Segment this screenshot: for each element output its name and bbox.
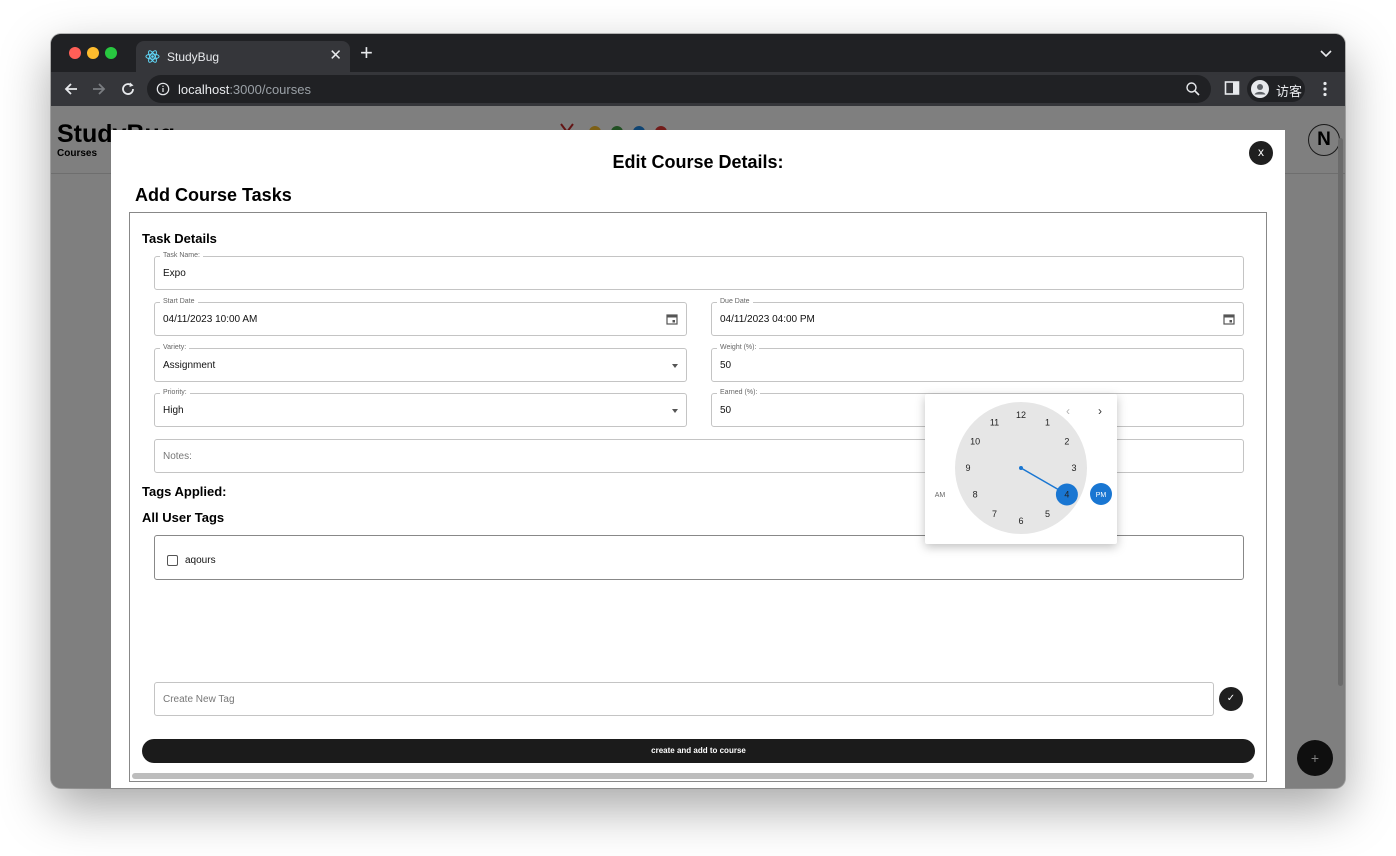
calendar-icon[interactable] xyxy=(1223,313,1235,325)
browser-toolbar: localhost:3000/courses 访客 xyxy=(51,72,1345,106)
notes-placeholder: Notes: xyxy=(163,451,192,462)
clock-hour-6: 6 xyxy=(1018,516,1023,526)
user-avatar-icon xyxy=(1251,80,1269,98)
task-name-value: Expo xyxy=(163,268,186,279)
clock-hour-3: 3 xyxy=(1071,463,1076,473)
clock-hour-2: 2 xyxy=(1064,437,1069,447)
clock-face[interactable]: 121234567891011 ‹ › AM PM xyxy=(925,394,1117,544)
new-tab-button[interactable]: + xyxy=(360,42,373,64)
weight-field[interactable]: Weight (%): 50 xyxy=(711,343,1244,382)
page-content: StudyBug Courses N + Edit Course Details… xyxy=(51,106,1345,788)
back-icon[interactable] xyxy=(61,79,81,99)
url-path: :3000/courses xyxy=(229,82,311,97)
chevron-down-icon[interactable] xyxy=(1319,46,1333,60)
clock-hour-7: 7 xyxy=(992,509,997,519)
clock-hour-12: 12 xyxy=(1016,410,1026,420)
clock-hour-9: 9 xyxy=(965,463,970,473)
clock-hour-5: 5 xyxy=(1045,509,1050,519)
url-host: localhost xyxy=(178,82,230,97)
reload-icon[interactable] xyxy=(118,79,138,99)
priority-label: Priority: xyxy=(160,388,190,398)
tag-checkbox[interactable] xyxy=(167,555,178,566)
all-user-tags-heading: All User Tags xyxy=(142,510,225,525)
new-tag-input[interactable]: Create New Tag xyxy=(154,682,1214,716)
clock-hour-10: 10 xyxy=(970,437,980,447)
horizontal-scrollbar[interactable] xyxy=(132,773,1254,779)
modal-close-button[interactable]: x xyxy=(1249,141,1273,165)
task-details-heading: Task Details xyxy=(142,231,217,246)
tag-label[interactable]: aqours xyxy=(185,555,216,566)
browser-tab[interactable]: StudyBug ✕ xyxy=(136,41,350,72)
due-date-label: Due Date xyxy=(717,297,753,307)
info-icon[interactable] xyxy=(156,82,170,96)
weight-label: Weight (%): xyxy=(717,343,760,353)
new-tag-placeholder: Create New Tag xyxy=(163,694,235,705)
create-task-button[interactable]: create and add to course xyxy=(142,739,1255,763)
side-panel-icon[interactable] xyxy=(1224,80,1240,96)
priority-select[interactable]: Priority: High xyxy=(154,388,687,427)
due-date-value: 04/11/2023 04:00 PM xyxy=(720,314,815,325)
maximize-window-button[interactable] xyxy=(105,47,117,59)
zoom-icon[interactable] xyxy=(1185,81,1201,97)
earned-label: Earned (%): xyxy=(717,388,761,398)
clock-hour-11: 11 xyxy=(990,417,999,427)
forward-icon[interactable] xyxy=(89,79,109,99)
weight-value: 50 xyxy=(720,360,732,371)
url-text: localhost:3000/courses xyxy=(178,82,311,97)
next-arrow-icon: › xyxy=(1098,404,1102,418)
pm-button: PM xyxy=(1096,492,1107,499)
start-date-field[interactable]: Start Date 04/11/2023 10:00 AM xyxy=(154,297,687,336)
tags-applied-heading: Tags Applied: xyxy=(142,484,227,499)
add-tag-button[interactable]: ✓ xyxy=(1219,687,1243,711)
variety-select[interactable]: Variety: Assignment xyxy=(154,343,687,382)
address-bar[interactable]: localhost:3000/courses xyxy=(147,75,1211,103)
profile-name: 访客 xyxy=(1276,84,1303,99)
task-name-label: Task Name: xyxy=(160,251,203,261)
more-menu-icon[interactable] xyxy=(1317,80,1333,98)
clock-hour-8: 8 xyxy=(973,490,978,500)
calendar-icon[interactable] xyxy=(666,313,678,325)
react-icon xyxy=(145,50,160,63)
task-name-field[interactable]: Task Name: Expo xyxy=(154,251,1244,290)
edit-course-modal: Edit Course Details: x Add Course Tasks … xyxy=(111,130,1285,788)
due-date-field[interactable]: Due Date 04/11/2023 04:00 PM xyxy=(711,297,1244,336)
page-scrollbar[interactable] xyxy=(1338,138,1343,686)
tab-strip: StudyBug ✕ + xyxy=(51,34,1345,72)
section-title: Add Course Tasks xyxy=(135,185,292,205)
tab-close-icon[interactable]: ✕ xyxy=(329,47,342,65)
dropdown-arrow-icon xyxy=(672,409,678,413)
variety-value: Assignment xyxy=(163,360,216,371)
start-date-value: 04/11/2023 10:00 AM xyxy=(163,314,258,325)
clock-center-dot xyxy=(1019,466,1023,470)
clock-hour-4: 4 xyxy=(1064,490,1069,500)
tab-title: StudyBug xyxy=(167,50,220,64)
clock-hour-1: 1 xyxy=(1045,417,1050,427)
profile-button[interactable]: 访客 xyxy=(1247,76,1305,102)
prev-arrow-icon: ‹ xyxy=(1066,404,1070,418)
minimize-window-button[interactable] xyxy=(87,47,99,59)
browser-window: StudyBug ✕ + localhost:3000/courses 访客 E… xyxy=(51,34,1345,788)
start-date-label: Start Date xyxy=(160,297,198,307)
priority-value: High xyxy=(163,405,184,416)
am-button: AM xyxy=(935,492,946,499)
time-picker-popup: 12 1 2 3 4 5 6 7 8 9 10 11 ‹ › AM PM xyxy=(925,394,1117,544)
variety-label: Variety: xyxy=(160,343,190,353)
dropdown-arrow-icon xyxy=(672,364,678,368)
close-window-button[interactable] xyxy=(69,47,81,59)
earned-value: 50 xyxy=(720,405,732,416)
modal-title: Edit Course Details: xyxy=(612,152,784,172)
